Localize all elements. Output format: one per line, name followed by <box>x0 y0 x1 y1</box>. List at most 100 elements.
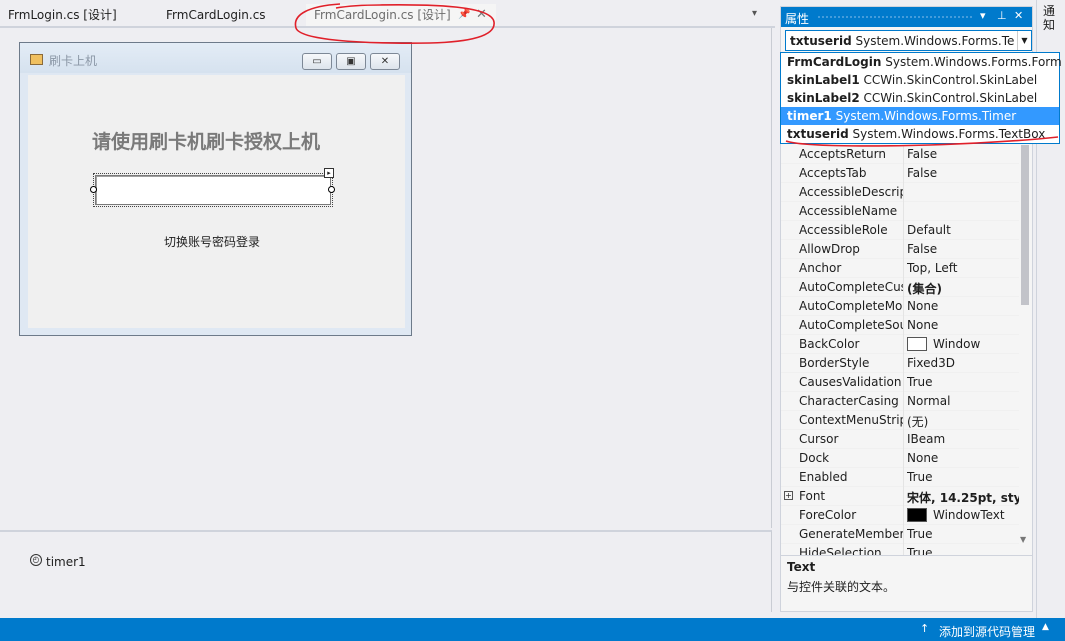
property-name: HideSelection <box>799 546 882 555</box>
property-name: ForeColor <box>799 508 857 522</box>
form-preview-window[interactable]: 刷卡上机 ▭ ▣ ✕ 请使用刷卡机刷卡授权上机 ▸ 切换账号密码登录 <box>19 42 412 336</box>
resize-handle-left[interactable] <box>90 186 97 193</box>
property-value[interactable]: 宋体, 14.25pt, style <box>907 489 1019 506</box>
property-value[interactable]: True <box>907 470 1019 484</box>
property-value[interactable]: None <box>907 451 1019 465</box>
notifications-tab[interactable]: 通知 <box>1043 4 1057 32</box>
tab-frmcardlogin-code[interactable]: FrmCardLogin.cs <box>158 4 274 26</box>
add-to-source-control[interactable]: 添加到源代码管理 <box>939 623 1035 640</box>
component-tray: ◴ timer1 <box>0 530 772 612</box>
dropdown-item-txtuserid[interactable]: txtuserid System.Windows.Forms.TextBox <box>781 125 1059 143</box>
grid-column-divider[interactable] <box>903 145 904 555</box>
tab-frmlogin-design[interactable]: FrmLogin.cs [设计] <box>0 4 125 26</box>
property-value[interactable]: (集合) <box>907 280 1019 297</box>
property-row[interactable]: Dock None <box>781 449 1021 468</box>
property-value[interactable]: (无) <box>907 413 1019 430</box>
combo-dropdown-arrow-icon[interactable]: ▼ <box>1017 31 1031 50</box>
property-value[interactable]: Default <box>907 223 1019 237</box>
property-value[interactable]: Fixed3D <box>907 356 1019 370</box>
property-value[interactable]: None <box>907 299 1019 313</box>
property-name: AutoCompleteMo <box>799 299 903 313</box>
selected-object-name: txtuserid <box>790 34 852 48</box>
dropdown-item-name: txtuserid <box>787 127 849 141</box>
property-value[interactable]: Window <box>907 337 1019 351</box>
drag-grip[interactable] <box>817 15 973 20</box>
txtuserid-textbox[interactable] <box>95 175 331 205</box>
property-row[interactable]: CharacterCasing Normal <box>781 392 1021 411</box>
form-designer-surface[interactable]: 刷卡上机 ▭ ▣ ✕ 请使用刷卡机刷卡授权上机 ▸ 切换账号密码登录 <box>0 28 772 528</box>
property-row[interactable]: AcceptsReturn False <box>781 145 1021 164</box>
property-row[interactable]: BackColor Window <box>781 335 1021 354</box>
tab-label: FrmCardLogin.cs [设计] <box>314 8 451 22</box>
close-tab-icon[interactable]: ✕ <box>476 4 487 26</box>
description-title: Text <box>787 560 816 574</box>
expand-plus-icon[interactable]: + <box>784 491 793 500</box>
property-value[interactable]: True <box>907 375 1019 389</box>
property-row[interactable]: CausesValidation True <box>781 373 1021 392</box>
property-row[interactable]: AccessibleName <box>781 202 1021 221</box>
chevron-up-icon[interactable]: ▲ <box>1042 622 1049 632</box>
property-row[interactable]: AccessibleDescrip <box>781 183 1021 202</box>
dropdown-item-timer1[interactable]: timer1 System.Windows.Forms.Timer <box>781 107 1059 125</box>
property-row[interactable]: BorderStyle Fixed3D <box>781 354 1021 373</box>
resize-handle-right[interactable] <box>328 186 335 193</box>
property-row[interactable]: ContextMenuStrip (无) <box>781 411 1021 430</box>
property-name: ContextMenuStrip <box>799 413 903 427</box>
close-button[interactable]: ✕ <box>370 53 400 70</box>
timer1-component[interactable]: timer1 <box>46 555 86 569</box>
property-row[interactable]: GenerateMember True <box>781 525 1021 544</box>
property-row[interactable]: AutoCompleteMo None <box>781 297 1021 316</box>
timer-icon[interactable]: ◴ <box>30 554 42 566</box>
property-value[interactable]: True <box>907 527 1019 541</box>
property-value[interactable]: WindowText <box>907 508 1019 522</box>
form-title: 刷卡上机 <box>49 54 98 68</box>
property-row[interactable]: Cursor IBeam <box>781 430 1021 449</box>
property-name: AcceptsTab <box>799 166 867 180</box>
tab-overflow-chevron-icon[interactable]: ▾ <box>752 8 757 19</box>
property-row[interactable]: Anchor Top, Left <box>781 259 1021 278</box>
window-position-chevron-icon[interactable]: ▾ <box>980 9 986 22</box>
property-row[interactable]: AcceptsTab False <box>781 164 1021 183</box>
property-name: Font <box>799 489 826 503</box>
property-value[interactable]: True <box>907 546 1019 555</box>
property-row[interactable]: AutoCompleteCus (集合) <box>781 278 1021 297</box>
property-row[interactable]: AllowDrop False <box>781 240 1021 259</box>
property-value-text: Window <box>933 337 981 351</box>
property-value[interactable]: Normal <box>907 394 1019 408</box>
pin-icon[interactable]: 📌 <box>458 4 470 26</box>
property-grid-scrollbar[interactable]: ▼ <box>1019 145 1032 550</box>
dropdown-item-skinLabel1[interactable]: skinLabel1 CCWin.SkinControl.SkinLabel <box>781 71 1059 89</box>
smart-tag-icon[interactable]: ▸ <box>324 168 334 178</box>
property-name: Cursor <box>799 432 839 446</box>
property-name: BackColor <box>799 337 860 351</box>
scrollbar-thumb[interactable] <box>1021 145 1029 305</box>
object-selector-combo[interactable]: txtuserid System.Windows.Forms.TextBox ▼ <box>785 30 1032 51</box>
property-value[interactable]: False <box>907 147 1019 161</box>
minimize-button[interactable]: ▭ <box>302 53 332 70</box>
property-value[interactable]: IBeam <box>907 432 1019 446</box>
property-row[interactable]: ForeColor WindowText <box>781 506 1021 525</box>
property-row[interactable]: + Font 宋体, 14.25pt, style <box>781 487 1021 506</box>
property-value[interactable]: False <box>907 166 1019 180</box>
auto-hide-pin-icon[interactable]: ⊥ <box>997 9 1007 22</box>
property-row[interactable]: AutoCompleteSou None <box>781 316 1021 335</box>
tab-frmcardlogin-design[interactable]: FrmCardLogin.cs [设计] 📌 ✕ <box>306 4 496 26</box>
dropdown-item-FrmCardLogin[interactable]: FrmCardLogin System.Windows.Forms.Form <box>781 53 1062 71</box>
switch-login-label[interactable]: 切换账号密码登录 <box>164 233 260 250</box>
maximize-button[interactable]: ▣ <box>336 53 366 70</box>
property-row[interactable]: HideSelection True <box>781 544 1021 555</box>
property-value[interactable]: None <box>907 318 1019 332</box>
close-panel-icon[interactable]: ✕ <box>1014 9 1023 22</box>
property-row[interactable]: AccessibleRole Default <box>781 221 1021 240</box>
dropdown-item-skinLabel2[interactable]: skinLabel2 CCWin.SkinControl.SkinLabel <box>781 89 1059 107</box>
property-row[interactable]: Enabled True <box>781 468 1021 487</box>
scroll-down-arrow-icon[interactable]: ▼ <box>1020 535 1026 544</box>
property-name: AccessibleRole <box>799 223 888 237</box>
status-bar: ↑ 添加到源代码管理 ▲ <box>0 618 1065 641</box>
property-value[interactable]: False <box>907 242 1019 256</box>
property-value[interactable]: Top, Left <box>907 261 1019 275</box>
property-grid[interactable]: AcceptsReturn False AcceptsTab False Accessi… <box>781 145 1021 555</box>
property-name: AccessibleName <box>799 204 898 218</box>
property-name: AutoCompleteSou <box>799 318 903 332</box>
heading-label[interactable]: 请使用刷卡机刷卡授权上机 <box>92 127 320 154</box>
